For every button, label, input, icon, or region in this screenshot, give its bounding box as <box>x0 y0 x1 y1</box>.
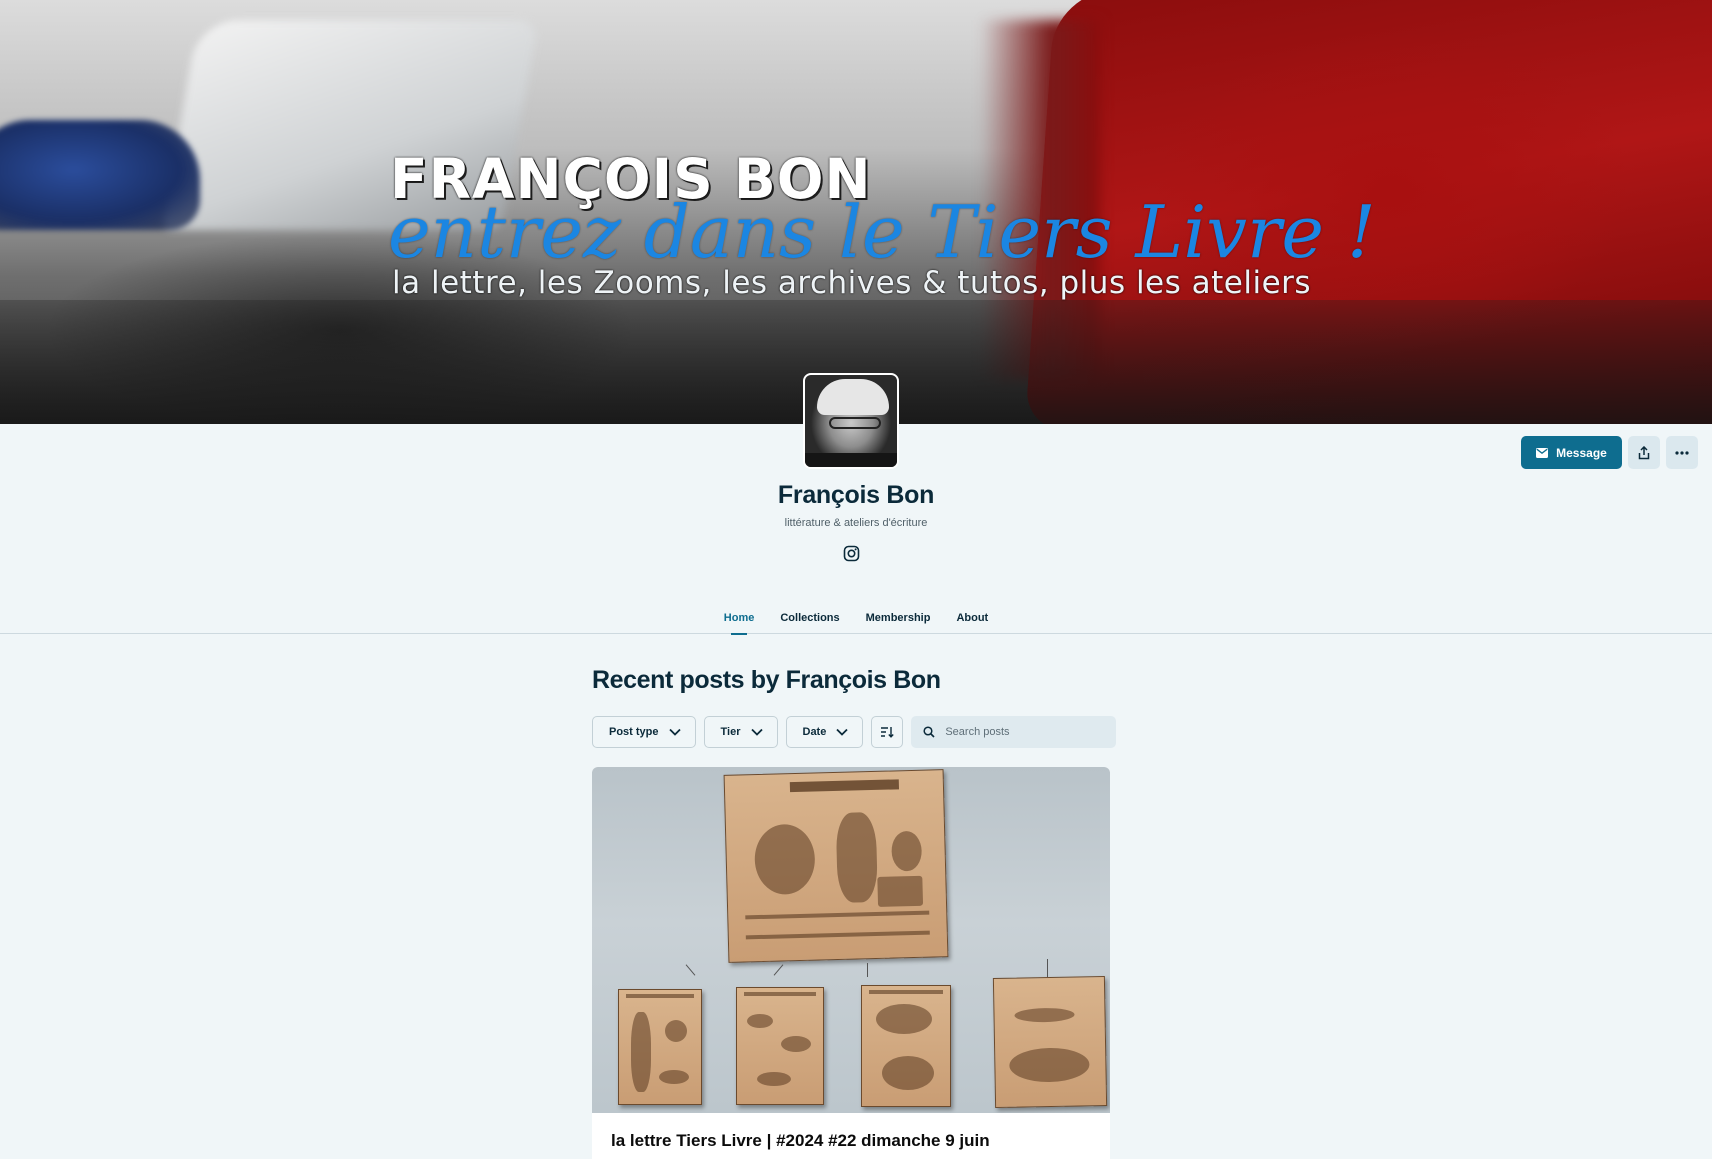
poster-image <box>861 985 951 1107</box>
poster-detail <box>747 1014 773 1028</box>
poster-image <box>618 989 702 1105</box>
poster-detail <box>877 875 924 907</box>
message-button[interactable]: Message <box>1521 436 1622 469</box>
avatar-shoulders <box>805 453 897 467</box>
poster-detail <box>743 992 817 996</box>
post-thumbnail[interactable] <box>592 767 1110 1113</box>
tier-filter-label: Tier <box>720 726 741 738</box>
tier-filter[interactable]: Tier <box>703 716 778 748</box>
poster-detail <box>631 1012 651 1092</box>
poster-detail <box>869 990 943 994</box>
search-box[interactable] <box>911 716 1117 748</box>
poster-detail <box>625 994 695 998</box>
more-options-button[interactable] <box>1666 436 1698 469</box>
poster-detail <box>882 1056 934 1090</box>
message-button-label: Message <box>1556 445 1607 460</box>
poster-string <box>1047 959 1048 977</box>
poster-detail <box>745 910 929 920</box>
poster-detail <box>891 830 923 872</box>
section-title: Recent posts by François Bon <box>592 666 941 694</box>
poster-image <box>736 987 824 1105</box>
poster-detail <box>790 779 900 793</box>
sort-icon <box>881 727 895 738</box>
poster-string <box>773 964 784 976</box>
date-filter[interactable]: Date <box>785 716 864 748</box>
more-icon <box>1675 450 1689 455</box>
chevron-down-icon <box>836 728 848 736</box>
tab-collections[interactable]: Collections <box>780 598 839 634</box>
share-icon <box>1638 445 1650 459</box>
poster-detail <box>835 811 878 903</box>
poster-detail <box>757 1072 791 1086</box>
date-filter-label: Date <box>802 726 827 738</box>
poster-detail <box>659 1070 689 1084</box>
creator-description: littérature & ateliers d'écriture <box>784 517 928 529</box>
poster-detail <box>665 1020 687 1042</box>
poster-detail <box>753 823 816 896</box>
poster-detail <box>876 1004 932 1034</box>
tab-about[interactable]: About <box>956 598 988 634</box>
poster-detail <box>1009 1047 1090 1083</box>
chevron-down-icon <box>668 728 681 736</box>
instagram-icon[interactable] <box>843 545 860 562</box>
search-icon <box>923 726 935 738</box>
post-title[interactable]: la lettre Tiers Livre | #2024 #22 dimanc… <box>611 1131 990 1151</box>
post-type-filter-label: Post type <box>609 726 659 738</box>
tab-membership[interactable]: Membership <box>866 598 931 634</box>
envelope-icon <box>1536 447 1549 458</box>
avatar-glasses <box>829 417 881 429</box>
post-filters: Post type Tier Date <box>592 716 1117 748</box>
poster-detail <box>746 930 930 940</box>
tab-home[interactable]: Home <box>724 598 754 635</box>
banner-car-shape <box>0 120 200 230</box>
profile-tabs: Home Collections Membership About <box>0 598 1712 635</box>
poster-image <box>992 976 1108 1108</box>
avatar <box>803 373 899 469</box>
share-button[interactable] <box>1628 436 1660 469</box>
sort-button[interactable] <box>871 716 904 748</box>
post-type-filter[interactable]: Post type <box>592 716 696 748</box>
post-card[interactable]: la lettre Tiers Livre | #2024 #22 dimanc… <box>592 767 1110 1159</box>
creator-name: François Bon <box>777 481 935 509</box>
poster-detail <box>781 1036 811 1052</box>
poster-image <box>723 769 949 963</box>
avatar-hair <box>817 379 889 415</box>
cover-banner: FRANÇOIS BON entrez dans le Tiers Livre … <box>0 0 1712 424</box>
poster-string <box>867 963 868 977</box>
poster-string <box>685 964 696 976</box>
chevron-down-icon <box>750 728 763 736</box>
poster-detail <box>1014 1007 1075 1023</box>
banner-subtitle: la lettre, les Zooms, les archives & tut… <box>392 265 1312 301</box>
search-input[interactable] <box>945 726 1106 738</box>
banner-tagline: entrez dans le Tiers Livre ! <box>388 190 1376 274</box>
